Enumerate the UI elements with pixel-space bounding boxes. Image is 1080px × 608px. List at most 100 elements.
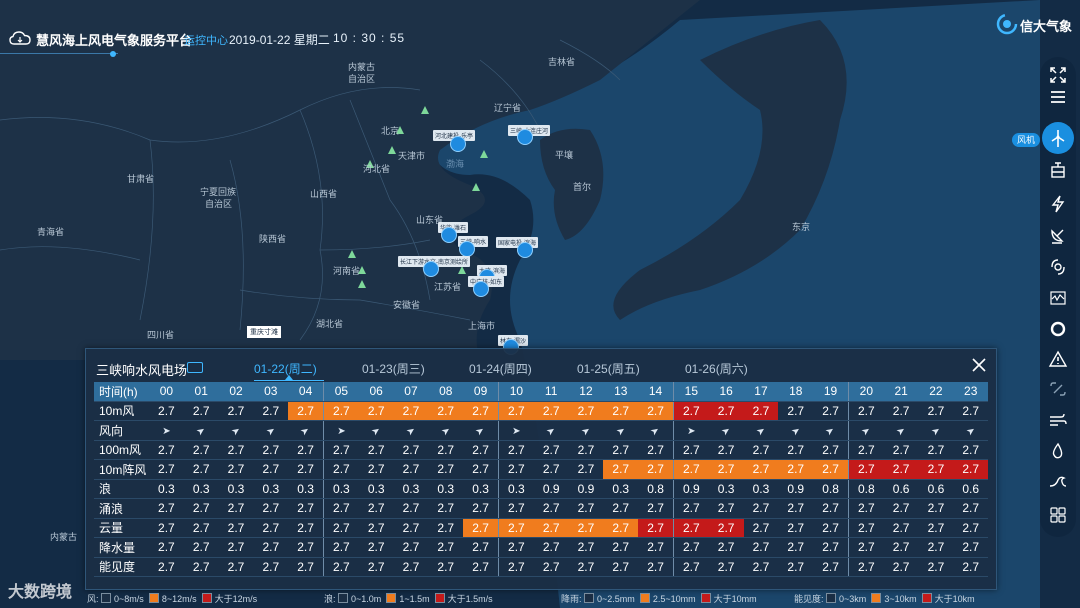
hour-header[interactable]: 04 xyxy=(288,382,324,402)
data-cell[interactable]: 2.7 xyxy=(638,557,674,577)
data-cell[interactable]: 2.7 xyxy=(603,401,639,421)
data-cell[interactable]: 2.7 xyxy=(918,459,954,480)
day-tab[interactable]: 01-26(周六) xyxy=(685,360,748,377)
data-cell[interactable]: 2.7 xyxy=(358,537,394,558)
data-cell[interactable]: 2.7 xyxy=(428,537,464,558)
data-cell[interactable]: 2.7 xyxy=(953,401,989,421)
data-cell[interactable]: 2.7 xyxy=(253,537,289,558)
data-cell[interactable]: 2.7 xyxy=(533,518,569,538)
data-cell[interactable]: 2.7 xyxy=(847,440,884,460)
hour-header[interactable]: 23 xyxy=(953,382,989,402)
data-cell[interactable]: 2.7 xyxy=(883,518,919,538)
data-cell[interactable]: 0.3 xyxy=(708,479,744,499)
data-cell[interactable]: 2.7 xyxy=(218,498,254,519)
data-cell[interactable]: 2.7 xyxy=(253,518,289,538)
data-cell[interactable]: 2.7 xyxy=(672,537,709,558)
data-cell[interactable]: 2.7 xyxy=(918,537,954,558)
data-cell[interactable]: 2.7 xyxy=(463,518,499,538)
link-icon[interactable] xyxy=(1044,375,1072,403)
hour-header[interactable]: 21 xyxy=(883,382,919,402)
data-cell[interactable]: 2.7 xyxy=(638,440,674,460)
wind-direction-cell[interactable]: ➤ xyxy=(463,420,499,441)
data-cell[interactable]: 2.7 xyxy=(883,401,919,421)
data-cell[interactable]: 2.7 xyxy=(393,518,429,538)
data-cell[interactable]: 2.7 xyxy=(183,401,219,421)
city-tag[interactable]: 重庆寸滩 xyxy=(247,326,281,338)
data-cell[interactable]: 0.3 xyxy=(358,479,394,499)
data-cell[interactable]: 2.7 xyxy=(253,557,289,577)
hour-header[interactable]: 22 xyxy=(918,382,954,402)
data-cell[interactable]: 2.7 xyxy=(672,518,709,538)
data-cell[interactable]: 0.3 xyxy=(322,479,359,499)
wind-direction-cell[interactable]: ➤ xyxy=(322,420,359,441)
wind-direction-cell[interactable]: ➤ xyxy=(497,420,534,441)
hour-header[interactable]: 18 xyxy=(778,382,814,402)
data-cell[interactable]: 2.7 xyxy=(847,498,884,519)
wind-direction-cell[interactable]: ➤ xyxy=(638,420,674,441)
data-cell[interactable]: 2.7 xyxy=(322,440,359,460)
data-cell[interactable]: 0.8 xyxy=(847,479,884,499)
data-cell[interactable]: 2.7 xyxy=(428,401,464,421)
wind-direction-cell[interactable]: ➤ xyxy=(253,420,289,441)
data-cell[interactable]: 2.7 xyxy=(603,440,639,460)
data-cell[interactable]: 2.7 xyxy=(568,557,604,577)
data-cell[interactable]: 2.7 xyxy=(568,537,604,558)
data-cell[interactable]: 0.3 xyxy=(497,479,534,499)
data-cell[interactable]: 2.7 xyxy=(533,401,569,421)
hour-header[interactable]: 02 xyxy=(218,382,254,402)
wind-farm-marker-icon[interactable] xyxy=(517,242,533,258)
data-cell[interactable]: 0.6 xyxy=(918,479,954,499)
data-cell[interactable]: 2.7 xyxy=(918,401,954,421)
data-cell[interactable]: 2.7 xyxy=(183,518,219,538)
data-cell[interactable]: 2.7 xyxy=(778,459,814,480)
app-subtitle[interactable]: 运控中心 xyxy=(184,32,228,48)
data-cell[interactable]: 2.7 xyxy=(393,557,429,577)
waveform-icon[interactable] xyxy=(1044,284,1072,312)
wind-direction-cell[interactable]: ➤ xyxy=(533,420,569,441)
data-cell[interactable]: 2.7 xyxy=(953,459,989,480)
data-cell[interactable]: 2.7 xyxy=(393,401,429,421)
water-drop-icon[interactable] xyxy=(1044,437,1072,465)
data-cell[interactable]: 2.7 xyxy=(953,537,989,558)
data-cell[interactable]: 2.7 xyxy=(533,557,569,577)
data-cell[interactable]: 2.7 xyxy=(568,401,604,421)
wind-direction-cell[interactable]: ➤ xyxy=(778,420,814,441)
close-icon[interactable] xyxy=(971,357,987,373)
data-cell[interactable]: 2.7 xyxy=(847,557,884,577)
data-cell[interactable]: 2.7 xyxy=(813,557,849,577)
data-cell[interactable]: 2.7 xyxy=(743,537,779,558)
data-cell[interactable]: 2.7 xyxy=(183,440,219,460)
hour-header[interactable]: 16 xyxy=(708,382,744,402)
data-cell[interactable]: 2.7 xyxy=(778,518,814,538)
data-cell[interactable]: 2.7 xyxy=(149,401,184,421)
wind-direction-cell[interactable]: ➤ xyxy=(672,420,709,441)
data-cell[interactable]: 2.7 xyxy=(358,459,394,480)
wind-farm-marker-icon[interactable] xyxy=(423,261,439,277)
data-cell[interactable]: 2.7 xyxy=(847,518,884,538)
data-cell[interactable]: 2.7 xyxy=(149,498,184,519)
data-cell[interactable]: 2.7 xyxy=(672,401,709,421)
data-cell[interactable]: 0.6 xyxy=(883,479,919,499)
data-cell[interactable]: 2.7 xyxy=(428,518,464,538)
wind-direction-cell[interactable]: ➤ xyxy=(149,420,184,441)
data-cell[interactable]: 2.7 xyxy=(778,557,814,577)
hour-header[interactable]: 14 xyxy=(638,382,674,402)
data-cell[interactable]: 2.7 xyxy=(533,537,569,558)
data-cell[interactable]: 0.3 xyxy=(288,479,324,499)
data-cell[interactable]: 2.7 xyxy=(288,440,324,460)
data-cell[interactable]: 2.7 xyxy=(428,557,464,577)
data-cell[interactable]: 2.7 xyxy=(322,557,359,577)
data-cell[interactable]: 2.7 xyxy=(322,518,359,538)
data-cell[interactable]: 0.3 xyxy=(463,479,499,499)
wind-direction-cell[interactable]: ➤ xyxy=(847,420,884,441)
data-cell[interactable]: 2.7 xyxy=(778,537,814,558)
data-cell[interactable]: 0.3 xyxy=(253,479,289,499)
data-cell[interactable]: 2.7 xyxy=(638,498,674,519)
data-cell[interactable]: 2.7 xyxy=(288,518,324,538)
hour-header[interactable]: 06 xyxy=(358,382,394,402)
data-cell[interactable]: 2.7 xyxy=(708,537,744,558)
data-cell[interactable]: 2.7 xyxy=(708,498,744,519)
menu-icon[interactable] xyxy=(1044,83,1072,111)
data-cell[interactable]: 2.7 xyxy=(847,537,884,558)
data-cell[interactable]: 2.7 xyxy=(708,557,744,577)
